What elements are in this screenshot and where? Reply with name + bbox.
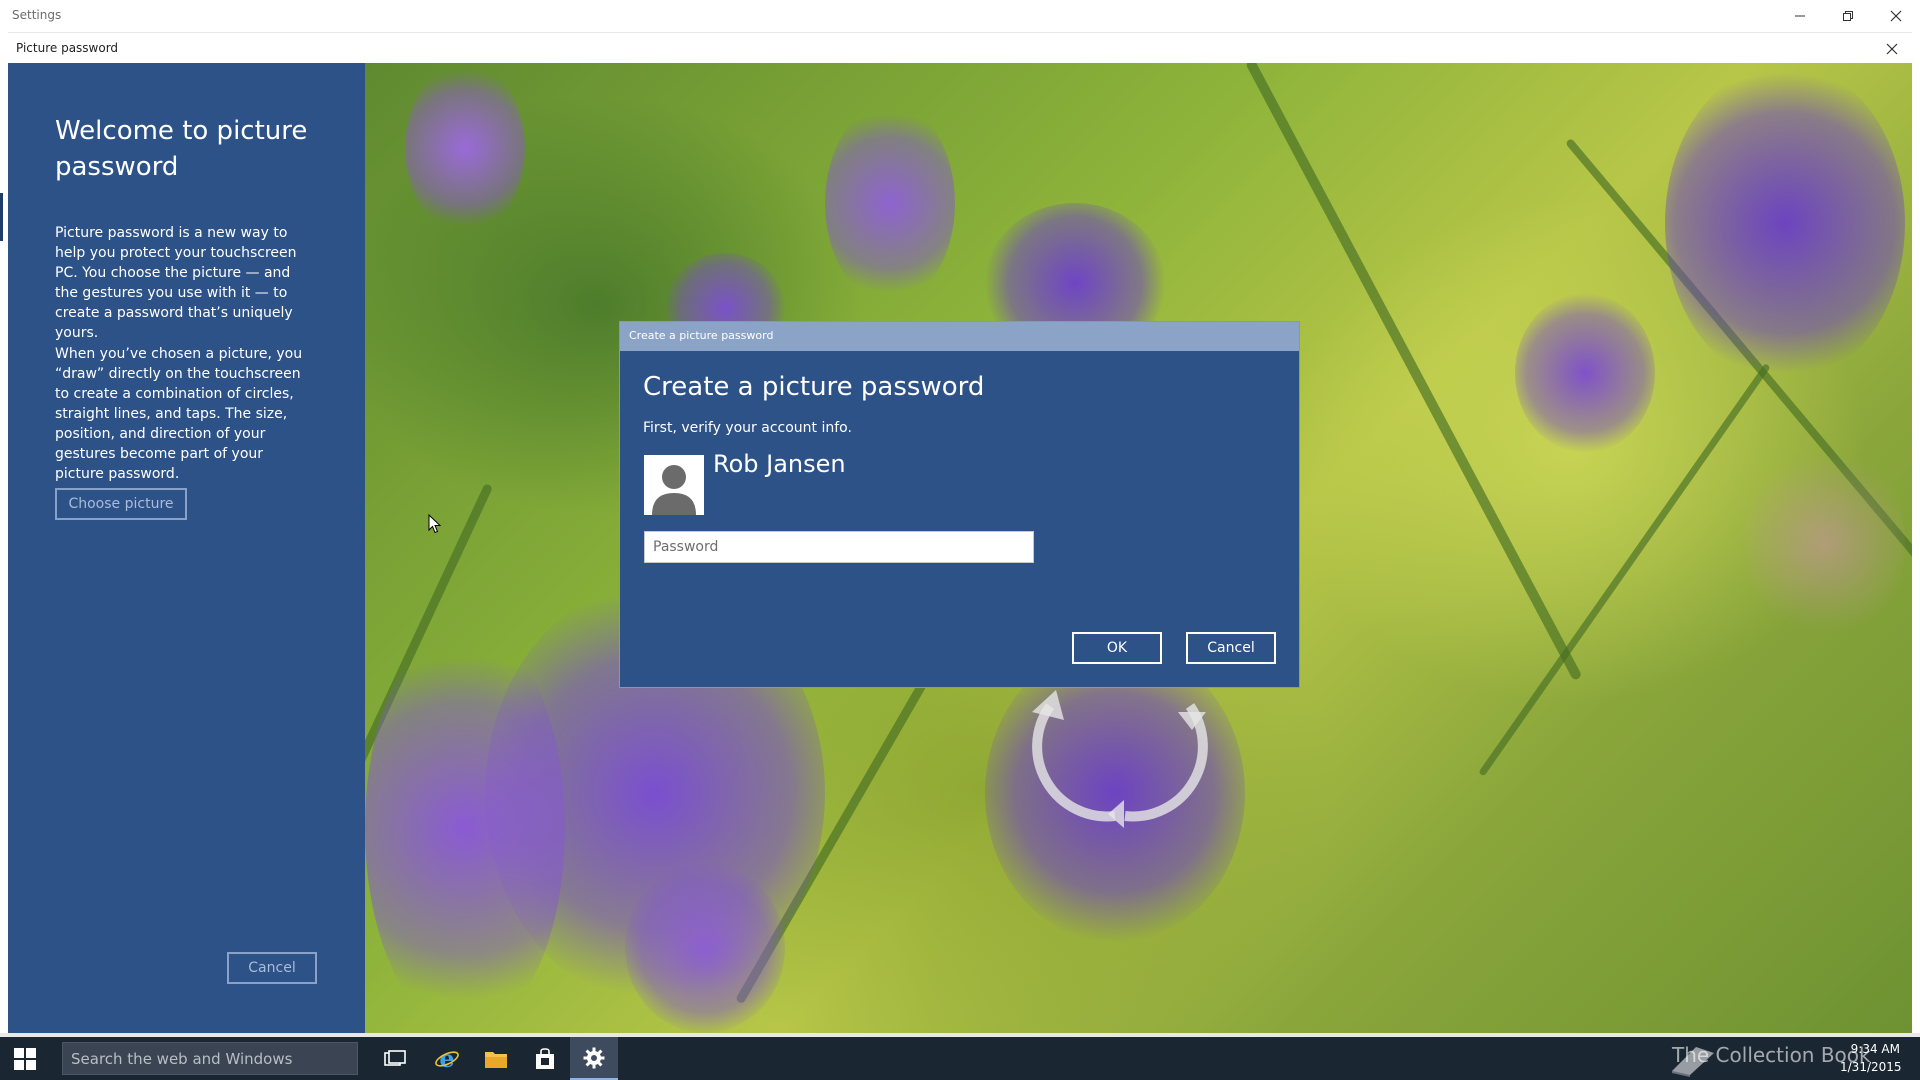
welcome-heading: Welcome to picture password — [55, 116, 308, 182]
minimize-icon — [1795, 15, 1805, 16]
close-button[interactable] — [1872, 0, 1920, 31]
dialog-titlebar-text: Create a picture password — [629, 329, 774, 342]
close-icon — [1890, 10, 1902, 21]
settings-titlebar: Settings — [0, 0, 1920, 31]
file-explorer-icon — [485, 1051, 507, 1068]
taskbar: Search the web and Windows e The Collect… — [0, 1037, 1920, 1080]
mouse-cursor-icon — [428, 514, 442, 534]
dialog-titlebar: Create a picture password — [620, 322, 1299, 351]
background-window-marker — [0, 193, 3, 241]
background-window-edge — [0, 63, 8, 1033]
clock-date[interactable]: 1/31/2015 — [1840, 1060, 1902, 1074]
store-button[interactable] — [521, 1037, 569, 1080]
panel-cancel-button[interactable]: Cancel — [227, 952, 317, 984]
settings-taskbar-button[interactable] — [570, 1037, 618, 1080]
restore-button[interactable] — [1824, 0, 1872, 31]
instructions-paragraph: When you’ve chosen a picture, you “draw”… — [55, 346, 303, 482]
picture-password-header: Picture password — [8, 32, 1912, 63]
settings-gear-icon — [583, 1047, 605, 1068]
windows-start-icon — [14, 1047, 36, 1070]
file-explorer-button[interactable] — [472, 1037, 520, 1080]
store-icon — [536, 1047, 554, 1069]
internet-explorer-button[interactable]: e — [423, 1037, 471, 1080]
settings-window-title: Settings — [12, 8, 62, 22]
create-picture-password-dialog: Create a picture password Create a pictu… — [619, 321, 1300, 688]
internet-explorer-icon: e — [435, 1046, 459, 1072]
minimize-button[interactable] — [1776, 0, 1824, 31]
task-view-icon — [384, 1049, 406, 1066]
dialog-cancel-button[interactable]: Cancel — [1186, 632, 1276, 664]
start-button[interactable] — [0, 1037, 50, 1080]
svg-text:e: e — [439, 1046, 454, 1072]
user-avatar-icon — [644, 455, 704, 515]
picture-password-title: Picture password — [16, 41, 119, 55]
picture-password-close-button[interactable] — [1878, 35, 1906, 63]
welcome-panel: Welcome to picture password Picture pass… — [8, 63, 365, 1033]
dialog-heading: Create a picture password — [643, 372, 985, 402]
choose-picture-button[interactable]: Choose picture — [55, 488, 187, 520]
intro-paragraph: Picture password is a new way to help yo… — [55, 225, 297, 341]
gesture-circle-icon — [1032, 690, 1208, 828]
clock-time[interactable]: 9:34 AM — [1840, 1042, 1900, 1056]
taskbar-search-input[interactable]: Search the web and Windows — [62, 1042, 358, 1075]
ok-button[interactable]: OK — [1072, 632, 1162, 664]
restore-icon — [1843, 10, 1853, 21]
avatar — [644, 455, 704, 515]
close-icon — [1886, 43, 1898, 55]
user-name: Rob Jansen — [713, 450, 846, 478]
task-view-button[interactable] — [371, 1037, 419, 1080]
dialog-subtitle: First, verify your account info. — [643, 420, 852, 436]
password-input[interactable] — [644, 531, 1034, 563]
